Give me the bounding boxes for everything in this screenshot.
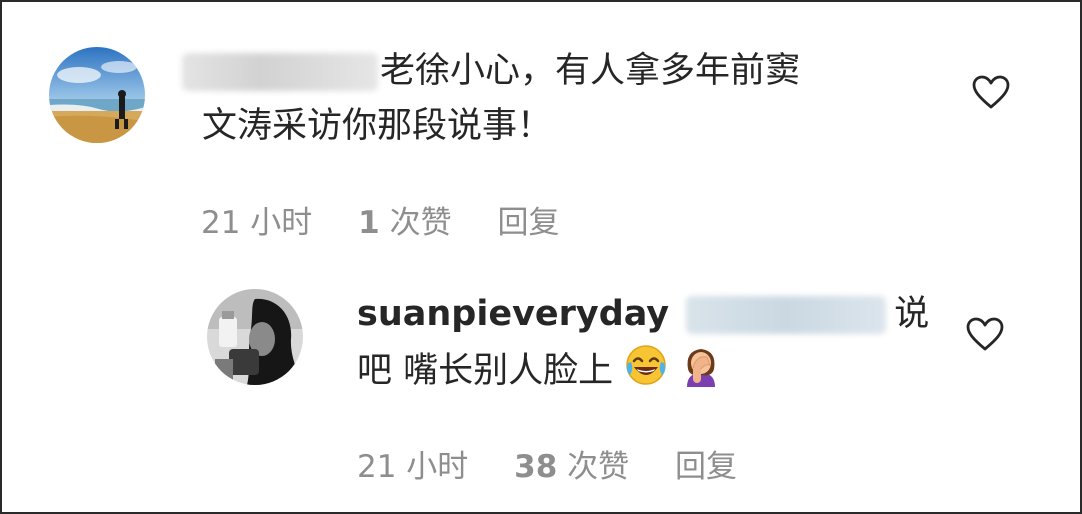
reply-button[interactable]: 回复 xyxy=(497,197,559,242)
timestamp: 21 小时 xyxy=(201,205,313,241)
likes-link[interactable]: 38 次赞 xyxy=(514,441,629,486)
likes-count: 1 xyxy=(358,205,380,241)
username-link[interactable]: suanpieveryday xyxy=(357,294,669,334)
timestamp: 21 小时 xyxy=(357,449,469,485)
comment-text-line-1: 老徐小心，有人拿多年前窦 xyxy=(182,46,800,96)
woman-facepalming-emoji xyxy=(687,349,716,387)
comment-text: 文涛采访你那段说事！ xyxy=(202,106,553,146)
comment-thread: 老徐小心，有人拿多年前窦 文涛采访你那段说事！ 21 小时 1 次赞 回复 su… xyxy=(0,0,1082,514)
comment-text-line-2: 文涛采访你那段说事！ xyxy=(202,101,552,151)
likes-count: 38 xyxy=(514,449,558,485)
comment-text: 老徐小心，有人拿多年前窦 xyxy=(380,51,801,91)
comment-meta: 21 小时 38 次赞 回复 xyxy=(357,441,737,486)
likes-label: 次赞 xyxy=(567,449,630,485)
comment-text: 说 xyxy=(894,294,930,334)
comment-meta: 21 小时 1 次赞 回复 xyxy=(201,197,559,242)
mention-link[interactable] xyxy=(182,53,378,91)
mention-link[interactable] xyxy=(686,296,887,334)
likes-label: 次赞 xyxy=(389,205,452,241)
likes-link[interactable]: 1 次赞 xyxy=(358,197,451,242)
like-heart-icon[interactable] xyxy=(965,316,1005,352)
comment-text-line-2: 吧 嘴长别人脸上 xyxy=(357,343,723,396)
comment-text-line-1: suanpieveryday 说 xyxy=(357,289,929,339)
comment-text: 吧 嘴长别人脸上 xyxy=(357,351,614,391)
face-with-tears-of-joy-emoji xyxy=(626,345,667,385)
reply-button[interactable]: 回复 xyxy=(675,441,737,486)
like-heart-icon[interactable] xyxy=(971,74,1011,110)
avatar[interactable] xyxy=(49,47,145,143)
avatar[interactable] xyxy=(207,289,303,385)
